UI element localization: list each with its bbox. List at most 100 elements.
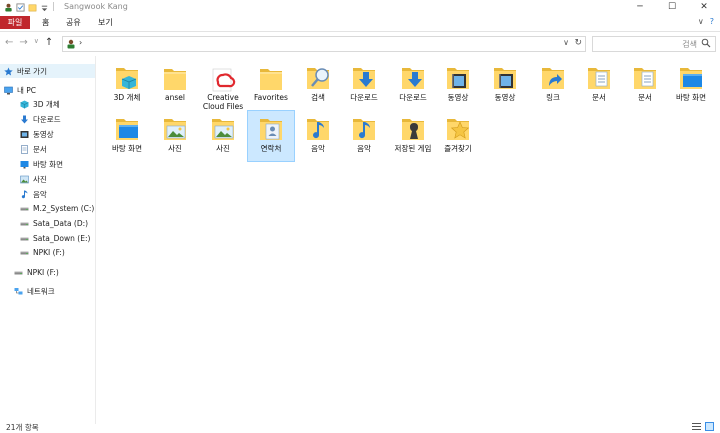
file-item-label: 음악 [357,144,371,153]
title-bar: | Sangwook Kang ─ ☐ ✕ [0,0,720,14]
user-folder-icon [67,39,75,49]
sidebar-item-label: 바탕 화면 [33,159,63,169]
sidebar-item[interactable]: Sata_Data (D:) [0,216,95,230]
file-item-label: Creative Cloud Files [202,93,244,111]
ribbon-collapse-icon[interactable]: ∨ [698,17,704,26]
sidebar-item-label: 바로 가기 [17,66,47,76]
sidebar-item[interactable]: NPKI (F:) [0,245,95,259]
back-button[interactable]: ← [5,37,13,48]
file-item-label: 연락처 [260,144,282,153]
sidebar-item-label: 3D 개체 [33,99,60,109]
file-item[interactable]: 저장된 게임 [390,111,436,161]
file-item[interactable]: 검색 [295,60,341,110]
file-list: 3D 개체 ansel Creative Cloud Files Favorites 검… [96,56,720,424]
sidebar-item[interactable]: 바탕 화면 [0,157,95,171]
drive-icon [20,237,29,240]
file-item[interactable]: 다운로드 [390,60,436,110]
sidebar-item[interactable]: NPKI (F:) [0,265,95,279]
tab-view[interactable]: 보기 [92,16,119,29]
sidebar-item[interactable]: 다운로드 [0,112,95,126]
file-item[interactable]: 즐겨찾기 [435,111,481,161]
breadcrumb-separator[interactable]: › [79,38,82,47]
refresh-button[interactable]: ↻ [574,38,582,48]
sidebar-item[interactable]: 음악 [0,187,95,201]
customize-toolbar-icon[interactable] [40,3,49,12]
network-icon [14,287,23,294]
file-item[interactable]: 음악 [341,111,387,161]
large-icons-view-icon[interactable] [705,422,714,431]
file-item[interactable]: 음악 [295,111,341,161]
pc-icon [4,86,13,94]
window-title: Sangwook Kang [64,2,128,11]
address-bar[interactable]: › ∨ ↻ [62,36,586,52]
drive-icon [20,251,29,254]
navigation-pane: 바로 가기내 PC 3D 개체다운로드 동영상 문서바탕 화면사진음악 M.2_Syst… [0,56,96,424]
file-item[interactable]: 연락처 [247,110,295,162]
file-item[interactable]: 문서 [622,60,668,110]
sidebar-item[interactable]: Sata_Down (E:) [0,231,95,245]
desktop-icon [20,160,29,168]
file-item[interactable]: 문서 [576,60,622,110]
file-item[interactable]: 링크 [530,60,576,110]
links-folder-icon [542,68,564,89]
sidebar-item[interactable]: 네트워크 [0,284,95,298]
close-button[interactable]: ✕ [688,0,720,14]
documents-folder-icon [588,68,610,89]
video-folder-icon [494,68,516,89]
star-icon [4,67,13,75]
drive-icon [14,271,23,274]
download-folder-icon [402,68,424,89]
tab-share[interactable]: 공유 [60,16,87,29]
navigation-buttons: ← → ∨ ↑ [5,37,53,48]
sidebar-item[interactable]: 동영상 [0,127,95,141]
3d-objects-icon [20,100,29,108]
file-item-label: 사진 [168,144,182,153]
file-item-label: 다운로드 [350,93,378,102]
quick-access-toolbar: | [4,2,55,12]
creative-cloud-folder-icon [212,68,236,92]
sidebar-item[interactable]: 내 PC [0,83,95,97]
up-button[interactable]: ↑ [45,37,53,48]
sidebar-item[interactable]: M.2_System (C:) [0,201,95,215]
sidebar-item[interactable]: 3D 개체 [0,97,95,111]
properties-icon[interactable] [16,2,25,12]
saved-games-folder-icon [402,119,424,140]
folder-icon [260,69,282,90]
favorites-folder-icon [447,119,470,140]
help-icon[interactable]: ? [710,17,714,26]
file-item[interactable]: Favorites [248,60,294,110]
file-item[interactable]: 바탕 화면 [104,111,150,161]
new-folder-icon[interactable] [28,3,37,12]
file-item[interactable]: Creative Cloud Files [200,60,246,111]
sidebar-item[interactable]: 문서 [0,142,95,156]
drive-icon [20,222,29,225]
file-item[interactable]: ansel [152,60,198,110]
sidebar-item-label: 내 PC [17,85,37,95]
file-item[interactable]: 3D 개체 [104,60,150,110]
file-item[interactable]: 사진 [200,111,246,161]
sidebar-item-label: 음악 [33,189,47,199]
file-item-label: ansel [165,93,185,102]
file-item-label: 동영상 [447,93,469,102]
sidebar-item[interactable]: 바로 가기 [0,64,95,78]
file-item[interactable]: 동영상 [482,60,528,110]
user-folder-icon[interactable] [4,3,13,12]
sidebar-item[interactable]: 사진 [0,172,95,186]
recent-locations-button[interactable]: ∨ [34,37,39,48]
file-item[interactable]: 동영상 [435,60,481,110]
view-switcher [692,422,714,431]
details-view-icon[interactable] [692,422,701,431]
maximize-button[interactable]: ☐ [656,0,688,14]
drive-icon [20,207,29,210]
search-box[interactable]: 검색 [592,36,716,52]
search-placeholder: 검색 [682,40,697,49]
tab-file[interactable]: 파일 [0,16,30,29]
forward-button[interactable]: → [19,37,27,48]
minimize-button[interactable]: ─ [624,0,656,14]
tab-home[interactable]: 홈 [36,16,55,29]
address-dropdown-icon[interactable]: ∨ [563,38,569,47]
file-item[interactable]: 바탕 화면 [668,60,714,110]
file-item[interactable]: 사진 [152,111,198,161]
file-item[interactable]: 다운로드 [341,60,387,110]
status-bar: 21개 항목 [0,420,720,433]
